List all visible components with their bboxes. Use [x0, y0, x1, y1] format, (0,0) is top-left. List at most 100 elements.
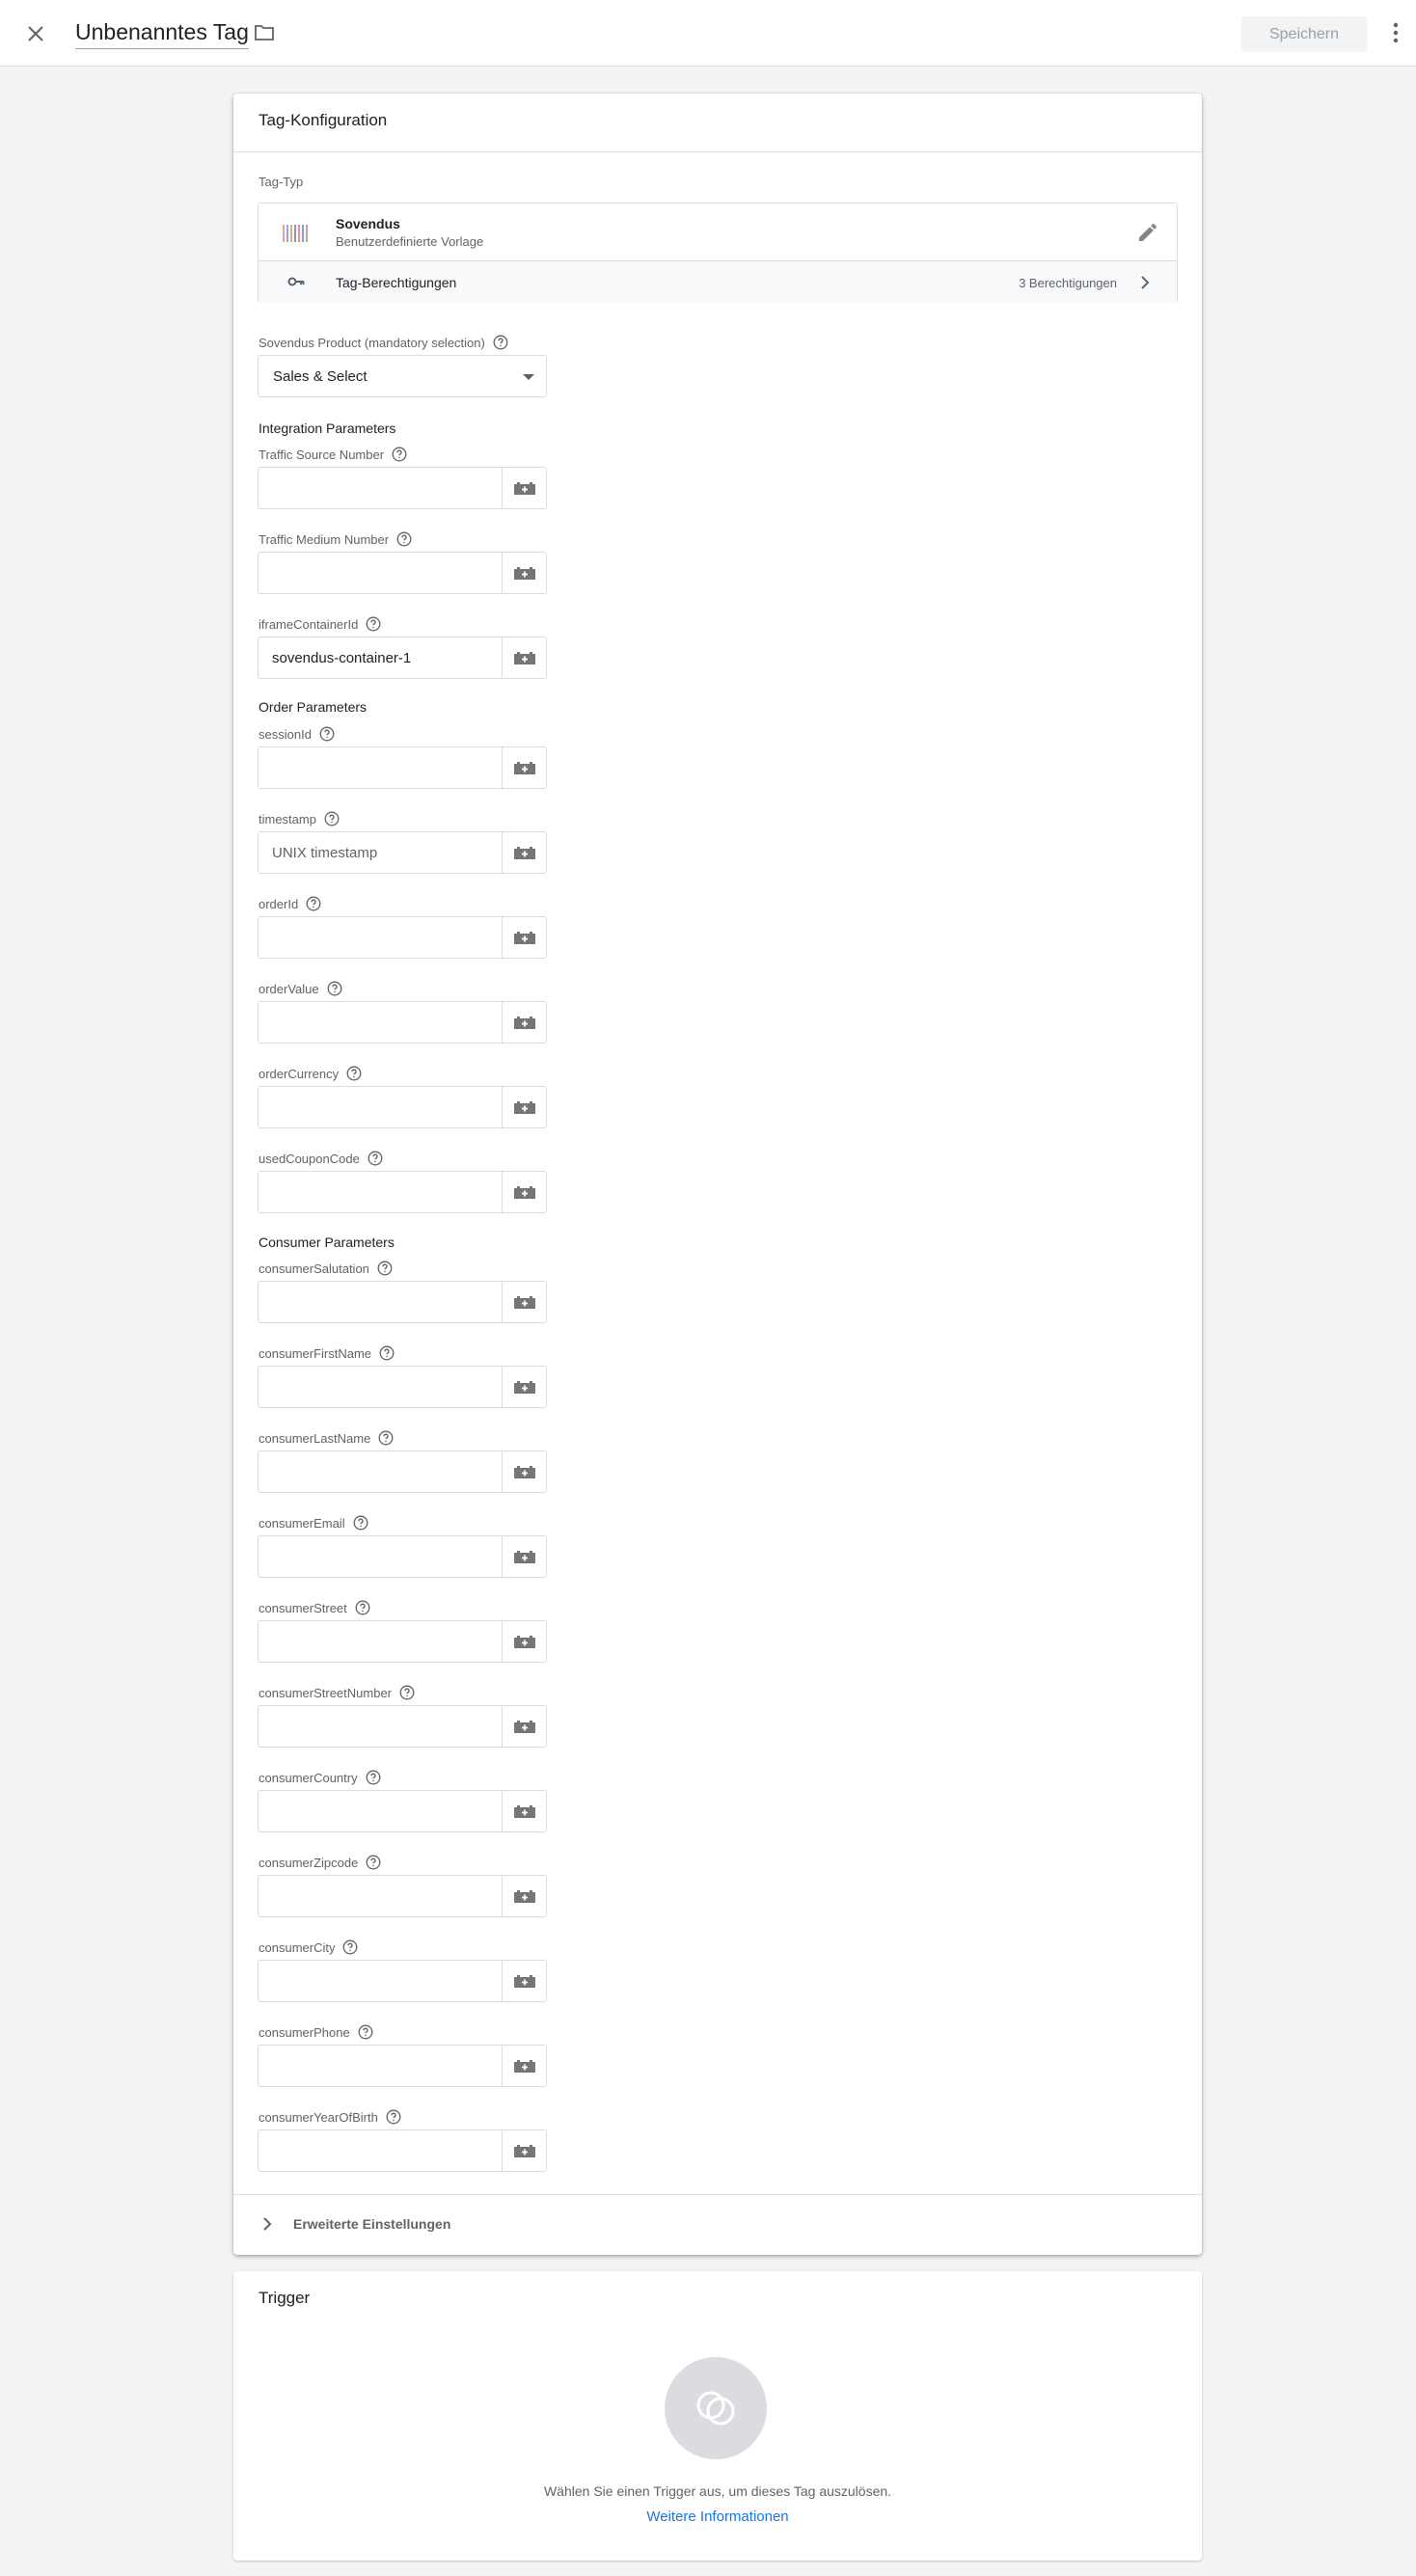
parameter-input[interactable] [258, 1086, 503, 1128]
section-heading-integration: Integration Parameters [259, 420, 396, 436]
folder-button[interactable] [253, 21, 276, 44]
variable-picker-button[interactable] [502, 1366, 547, 1408]
save-button[interactable]: Speichern [1241, 16, 1367, 52]
trigger-select-button[interactable] [665, 2357, 767, 2459]
parameter-input[interactable] [258, 1451, 503, 1493]
parameter-input[interactable] [258, 1620, 503, 1663]
variable-picker-button[interactable] [502, 1171, 547, 1213]
parameter-input[interactable] [258, 552, 503, 594]
parameter-input[interactable] [258, 1960, 503, 2002]
variable-picker-button[interactable] [502, 1086, 547, 1128]
variable-picker-button[interactable] [502, 637, 547, 679]
help-icon[interactable] [353, 1515, 368, 1531]
advanced-settings-label: Erweiterte Einstellungen [293, 2216, 451, 2232]
advanced-settings-toggle[interactable]: Erweiterte Einstellungen [260, 2212, 450, 2236]
variable-picker-button[interactable] [502, 2045, 547, 2087]
product-select[interactable]: Sales & Select [258, 355, 547, 397]
variable-picker-button[interactable] [502, 467, 547, 509]
variable-picker-button[interactable] [502, 1535, 547, 1578]
variable-picker-button[interactable] [502, 552, 547, 594]
help-icon[interactable] [366, 1770, 381, 1785]
help-icon[interactable] [377, 1261, 393, 1276]
variable-icon [513, 932, 535, 944]
help-icon[interactable] [319, 726, 335, 742]
field-label-text: consumerCountry [259, 1771, 358, 1785]
variable-icon [513, 1551, 535, 1563]
help-icon[interactable] [355, 1600, 370, 1615]
parameter-input-group [258, 1281, 547, 1323]
help-icon[interactable] [392, 447, 407, 462]
pencil-icon[interactable] [1136, 221, 1159, 244]
trigger-hint: Wählen Sie einen Trigger aus, um dieses … [543, 2483, 892, 2499]
parameter-input[interactable] [258, 746, 503, 789]
parameter-input-group [258, 1171, 547, 1213]
help-icon[interactable] [493, 335, 508, 350]
field-label: consumerEmail [259, 1515, 368, 1531]
parameter-input[interactable] [258, 831, 503, 874]
help-icon[interactable] [366, 616, 381, 632]
tag-name-field[interactable]: Unbenanntes Tag [75, 18, 249, 49]
more-vert-icon [1393, 22, 1399, 43]
field-label: timestamp [259, 811, 340, 827]
variable-picker-button[interactable] [502, 1875, 547, 1917]
field-label-text: orderCurrency [259, 1067, 340, 1081]
variable-picker-button[interactable] [502, 916, 547, 959]
divider [233, 151, 1202, 152]
variable-icon [513, 2145, 535, 2157]
parameter-input[interactable] [258, 2045, 503, 2087]
variable-picker-button[interactable] [502, 2129, 547, 2172]
field-label-text: consumerLastName [259, 1431, 371, 1446]
close-button[interactable] [21, 19, 50, 48]
help-icon[interactable] [396, 531, 412, 547]
help-icon[interactable] [358, 2024, 373, 2040]
variable-icon [513, 1101, 535, 1114]
help-icon[interactable] [366, 1855, 381, 1870]
help-icon[interactable] [306, 896, 321, 911]
help-icon[interactable] [399, 1685, 415, 1700]
variable-picker-button[interactable] [502, 1960, 547, 2002]
parameter-input[interactable] [258, 1790, 503, 1832]
variable-picker-button[interactable] [502, 1281, 547, 1323]
parameter-input[interactable] [258, 1535, 503, 1578]
parameter-input[interactable] [258, 1875, 503, 1917]
variable-picker-button[interactable] [502, 746, 547, 789]
parameter-input[interactable] [258, 1705, 503, 1748]
help-icon[interactable] [327, 981, 342, 996]
field-label-text: usedCouponCode [259, 1152, 360, 1166]
variable-picker-button[interactable] [502, 1620, 547, 1663]
parameter-input-group [258, 1790, 547, 1832]
top-app-bar: Unbenanntes Tag Speichern [0, 0, 1416, 67]
variable-picker-button[interactable] [502, 1705, 547, 1748]
variable-icon [513, 1890, 535, 1903]
learn-more-link[interactable]: Weitere Informationen [233, 2508, 1202, 2525]
parameter-input[interactable] [258, 1001, 503, 1044]
help-icon[interactable] [378, 1430, 394, 1446]
parameter-input[interactable] [258, 1366, 503, 1408]
tag-permissions-row[interactable]: Tag-Berechtigungen 3 Berechtigungen [259, 260, 1177, 303]
variable-picker-button[interactable] [502, 1001, 547, 1044]
parameter-input[interactable] [258, 1171, 503, 1213]
parameter-input[interactable] [258, 916, 503, 959]
parameter-input[interactable] [258, 637, 503, 679]
parameter-input-group [258, 746, 547, 789]
help-icon[interactable] [324, 811, 340, 827]
parameter-input[interactable] [258, 467, 503, 509]
tag-type-row[interactable]: Sovendus Benutzerdefinierte Vorlage [259, 203, 1177, 260]
tag-type-box: Sovendus Benutzerdefinierte Vorlage Tag-… [258, 203, 1178, 303]
variable-icon [513, 762, 535, 774]
variable-picker-button[interactable] [502, 1451, 547, 1493]
help-icon[interactable] [379, 1345, 395, 1361]
parameter-input[interactable] [258, 2129, 503, 2172]
more-button[interactable] [1387, 20, 1404, 45]
help-icon[interactable] [346, 1066, 362, 1081]
folder-icon [255, 25, 274, 41]
variable-picker-button[interactable] [502, 831, 547, 874]
help-icon[interactable] [368, 1151, 383, 1166]
parameter-input-group [258, 1960, 547, 2002]
permissions-count: 3 Berechtigungen [1019, 276, 1117, 290]
help-icon[interactable] [386, 2109, 401, 2125]
help-icon[interactable] [342, 1939, 358, 1955]
parameter-input[interactable] [258, 1281, 503, 1323]
variable-picker-button[interactable] [502, 1790, 547, 1832]
parameter-input-group [258, 637, 547, 679]
